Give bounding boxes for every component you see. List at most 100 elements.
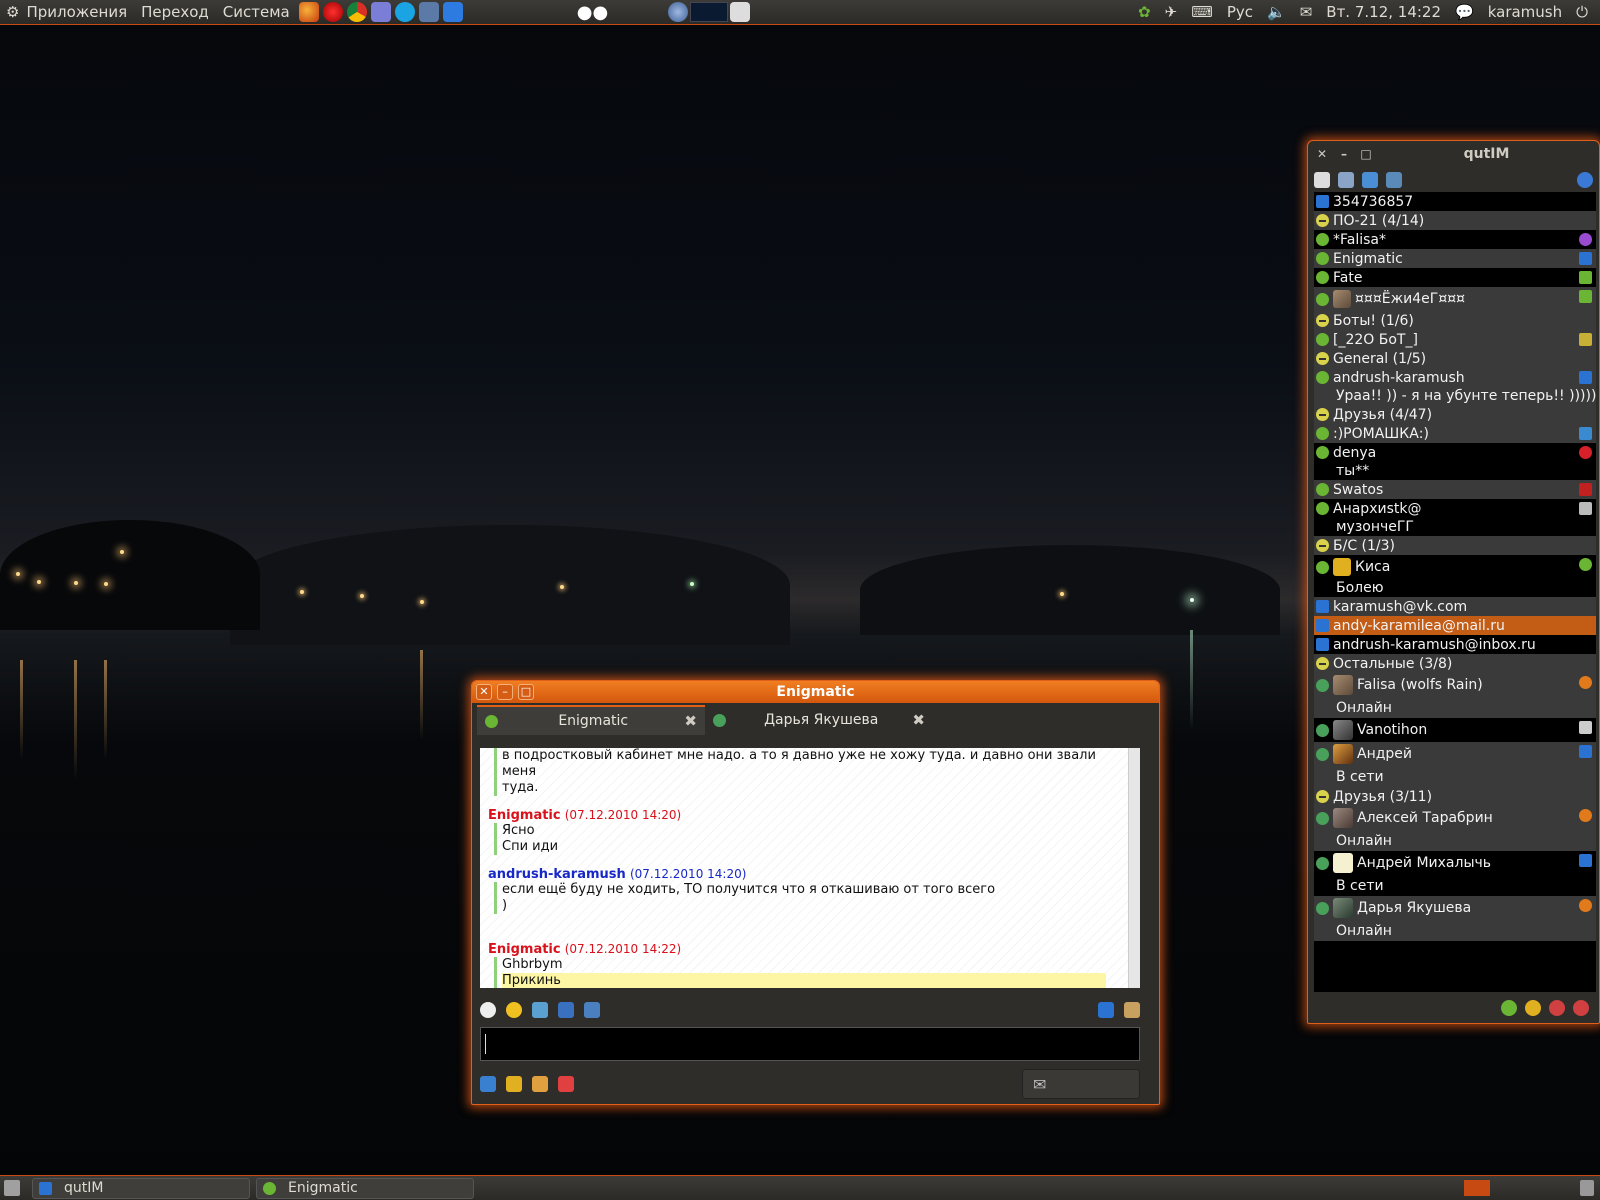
folder-icon[interactable] xyxy=(1362,172,1378,188)
skype-icon[interactable] xyxy=(394,2,415,22)
jabber-status-icon[interactable] xyxy=(1525,1000,1541,1016)
contact-row[interactable]: Анархиstk@ xyxy=(1314,499,1596,518)
opera-icon[interactable] xyxy=(322,2,343,22)
firefox-icon[interactable] xyxy=(298,2,319,22)
contact-row[interactable]: Андрей xyxy=(1314,742,1596,766)
contact-row[interactable]: Fate xyxy=(1314,268,1596,287)
chat-log[interactable]: в подростковый кабинет мне надо. а то я … xyxy=(480,748,1140,988)
icq-status-icon[interactable] xyxy=(1501,1000,1517,1016)
info-icon[interactable] xyxy=(1577,172,1593,188)
collapse-icon[interactable] xyxy=(1316,314,1329,327)
tab-darya[interactable]: Дарья Якушева ✖ xyxy=(705,705,933,735)
vk-status-icon[interactable] xyxy=(1573,1000,1589,1016)
minimize-icon[interactable]: – xyxy=(497,684,513,700)
group-row[interactable]: Б/С (1/3) xyxy=(1314,536,1596,555)
maximize-icon[interactable]: □ xyxy=(518,684,534,700)
menu-applications[interactable]: Приложения xyxy=(19,3,134,21)
account-row[interactable]: andrush-karamush@inbox.ru xyxy=(1314,635,1596,654)
contacts-icon[interactable] xyxy=(1338,172,1354,188)
pidgin-icon[interactable] xyxy=(370,2,391,22)
chat-status-icon[interactable]: 💬 xyxy=(1455,3,1474,21)
keyboard-layout[interactable]: Рус xyxy=(1227,3,1253,21)
mail-icon[interactable]: ✉ xyxy=(1300,3,1313,21)
keyboard-icon[interactable]: ⌨ xyxy=(1191,3,1213,21)
contact-row[interactable]: *Falisa* xyxy=(1314,230,1596,249)
chat-titlebar[interactable]: ✕ – □ Enigmatic xyxy=(472,681,1159,703)
collapse-icon[interactable] xyxy=(1316,408,1329,421)
chrome-icon[interactable] xyxy=(346,2,367,22)
collapse-icon[interactable] xyxy=(1316,790,1329,803)
contact-row[interactable]: :)РОМАШКА:) xyxy=(1314,424,1596,443)
group-row[interactable]: ПО-21 (4/14) xyxy=(1314,211,1596,230)
contact-row[interactable]: Алексей Тарабрин xyxy=(1314,806,1596,830)
taskbar-item-enigmatic[interactable]: Enigmatic xyxy=(256,1177,474,1199)
qutim-tray-icon[interactable]: ✿ xyxy=(1138,3,1151,21)
group-row[interactable]: Боты! (1/6) xyxy=(1314,311,1596,330)
contact-row[interactable]: Андрей Михалычь xyxy=(1314,851,1596,875)
contact-row[interactable]: denya xyxy=(1314,443,1596,462)
contact-row[interactable]: [_22O БоТ_] xyxy=(1314,330,1596,349)
user-name[interactable]: karamush xyxy=(1488,3,1562,21)
enter-icon[interactable] xyxy=(480,1076,496,1092)
ubuntu-logo-icon[interactable]: ⚙ xyxy=(6,3,19,21)
close-icon[interactable]: ✕ xyxy=(1314,146,1330,162)
contact-info-icon[interactable] xyxy=(1124,1002,1140,1018)
weather-applet-icon[interactable] xyxy=(668,2,689,22)
save-icon[interactable] xyxy=(558,1002,574,1018)
chat-scrollbar[interactable] xyxy=(1128,748,1140,988)
screenshot-applet-icon[interactable] xyxy=(730,2,751,22)
collapse-icon[interactable] xyxy=(1316,214,1329,227)
menu-system[interactable]: Система xyxy=(216,3,297,21)
image-icon[interactable] xyxy=(532,1002,548,1018)
close-icon[interactable]: ✕ xyxy=(476,684,492,700)
menu-icon[interactable] xyxy=(1314,172,1330,188)
collapse-icon[interactable] xyxy=(1316,539,1329,552)
client-icon xyxy=(1579,427,1592,440)
contact-row[interactable]: andrush-karamush xyxy=(1314,368,1596,387)
contact-row[interactable]: Дарья Якушева xyxy=(1314,896,1596,920)
account-row[interactable]: 354736857 xyxy=(1314,192,1596,211)
contacts-send-icon[interactable] xyxy=(532,1076,548,1092)
workspace-switcher[interactable] xyxy=(1464,1180,1490,1196)
mrim-status-icon[interactable] xyxy=(1549,1000,1565,1016)
close-tab-icon[interactable]: ✖ xyxy=(912,711,925,729)
transfer-icon[interactable] xyxy=(584,1002,600,1018)
sound-icon[interactable] xyxy=(1386,172,1402,188)
group-row[interactable]: Друзья (3/11) xyxy=(1314,787,1596,806)
contact-row[interactable]: Enigmatic xyxy=(1314,249,1596,268)
contact-row[interactable]: Swatos xyxy=(1314,480,1596,499)
account-row[interactable]: karamush@vk.com xyxy=(1314,597,1596,616)
history-icon[interactable] xyxy=(480,1002,496,1018)
trash-icon[interactable] xyxy=(1580,1180,1594,1196)
send-button[interactable]: ✉ xyxy=(1022,1069,1140,1099)
clock[interactable]: Вт. 7.12, 14:22 xyxy=(1326,3,1441,21)
emoticon-icon[interactable] xyxy=(506,1002,522,1018)
account-row[interactable]: andy-karamilea@mail.ru xyxy=(1314,616,1596,635)
group-row[interactable]: General (1/5) xyxy=(1314,349,1596,368)
network-icon[interactable]: ✈ xyxy=(1165,3,1178,21)
clear-icon[interactable] xyxy=(558,1076,574,1092)
taskbar-item-qutim[interactable]: qutIM xyxy=(32,1177,250,1199)
teamviewer-icon[interactable] xyxy=(442,2,463,22)
icq-icon[interactable] xyxy=(1098,1002,1114,1018)
contact-row[interactable]: Falisa (wolfs Rain) xyxy=(1314,673,1596,697)
contact-row[interactable]: Vanotihon xyxy=(1314,718,1596,742)
volume-icon[interactable]: 🔈 xyxy=(1267,3,1286,21)
collapse-icon[interactable] xyxy=(1316,352,1329,365)
close-tab-icon[interactable]: ✖ xyxy=(684,712,697,730)
message-input[interactable] xyxy=(480,1027,1140,1061)
system-monitor-icon[interactable] xyxy=(418,2,439,22)
maximize-icon[interactable]: □ xyxy=(1358,146,1374,162)
group-row[interactable]: Друзья (4/47) xyxy=(1314,405,1596,424)
tab-enigmatic[interactable]: Enigmatic ✖ xyxy=(477,705,705,735)
minimize-icon[interactable]: – xyxy=(1336,146,1352,162)
collapse-icon[interactable] xyxy=(1316,657,1329,670)
show-desktop-icon[interactable] xyxy=(4,1180,20,1196)
menu-places[interactable]: Переход xyxy=(134,3,216,21)
qutim-titlebar[interactable]: ✕ – □ qutIM xyxy=(1308,141,1599,167)
power-icon[interactable]: ⏻ xyxy=(1576,3,1588,21)
contact-row[interactable]: Киса xyxy=(1314,555,1596,579)
contact-row[interactable]: ¤¤¤Ёжи4еГ¤¤¤ xyxy=(1314,287,1596,311)
group-row[interactable]: Остальные (3/8) xyxy=(1314,654,1596,673)
notes-icon[interactable] xyxy=(506,1076,522,1092)
